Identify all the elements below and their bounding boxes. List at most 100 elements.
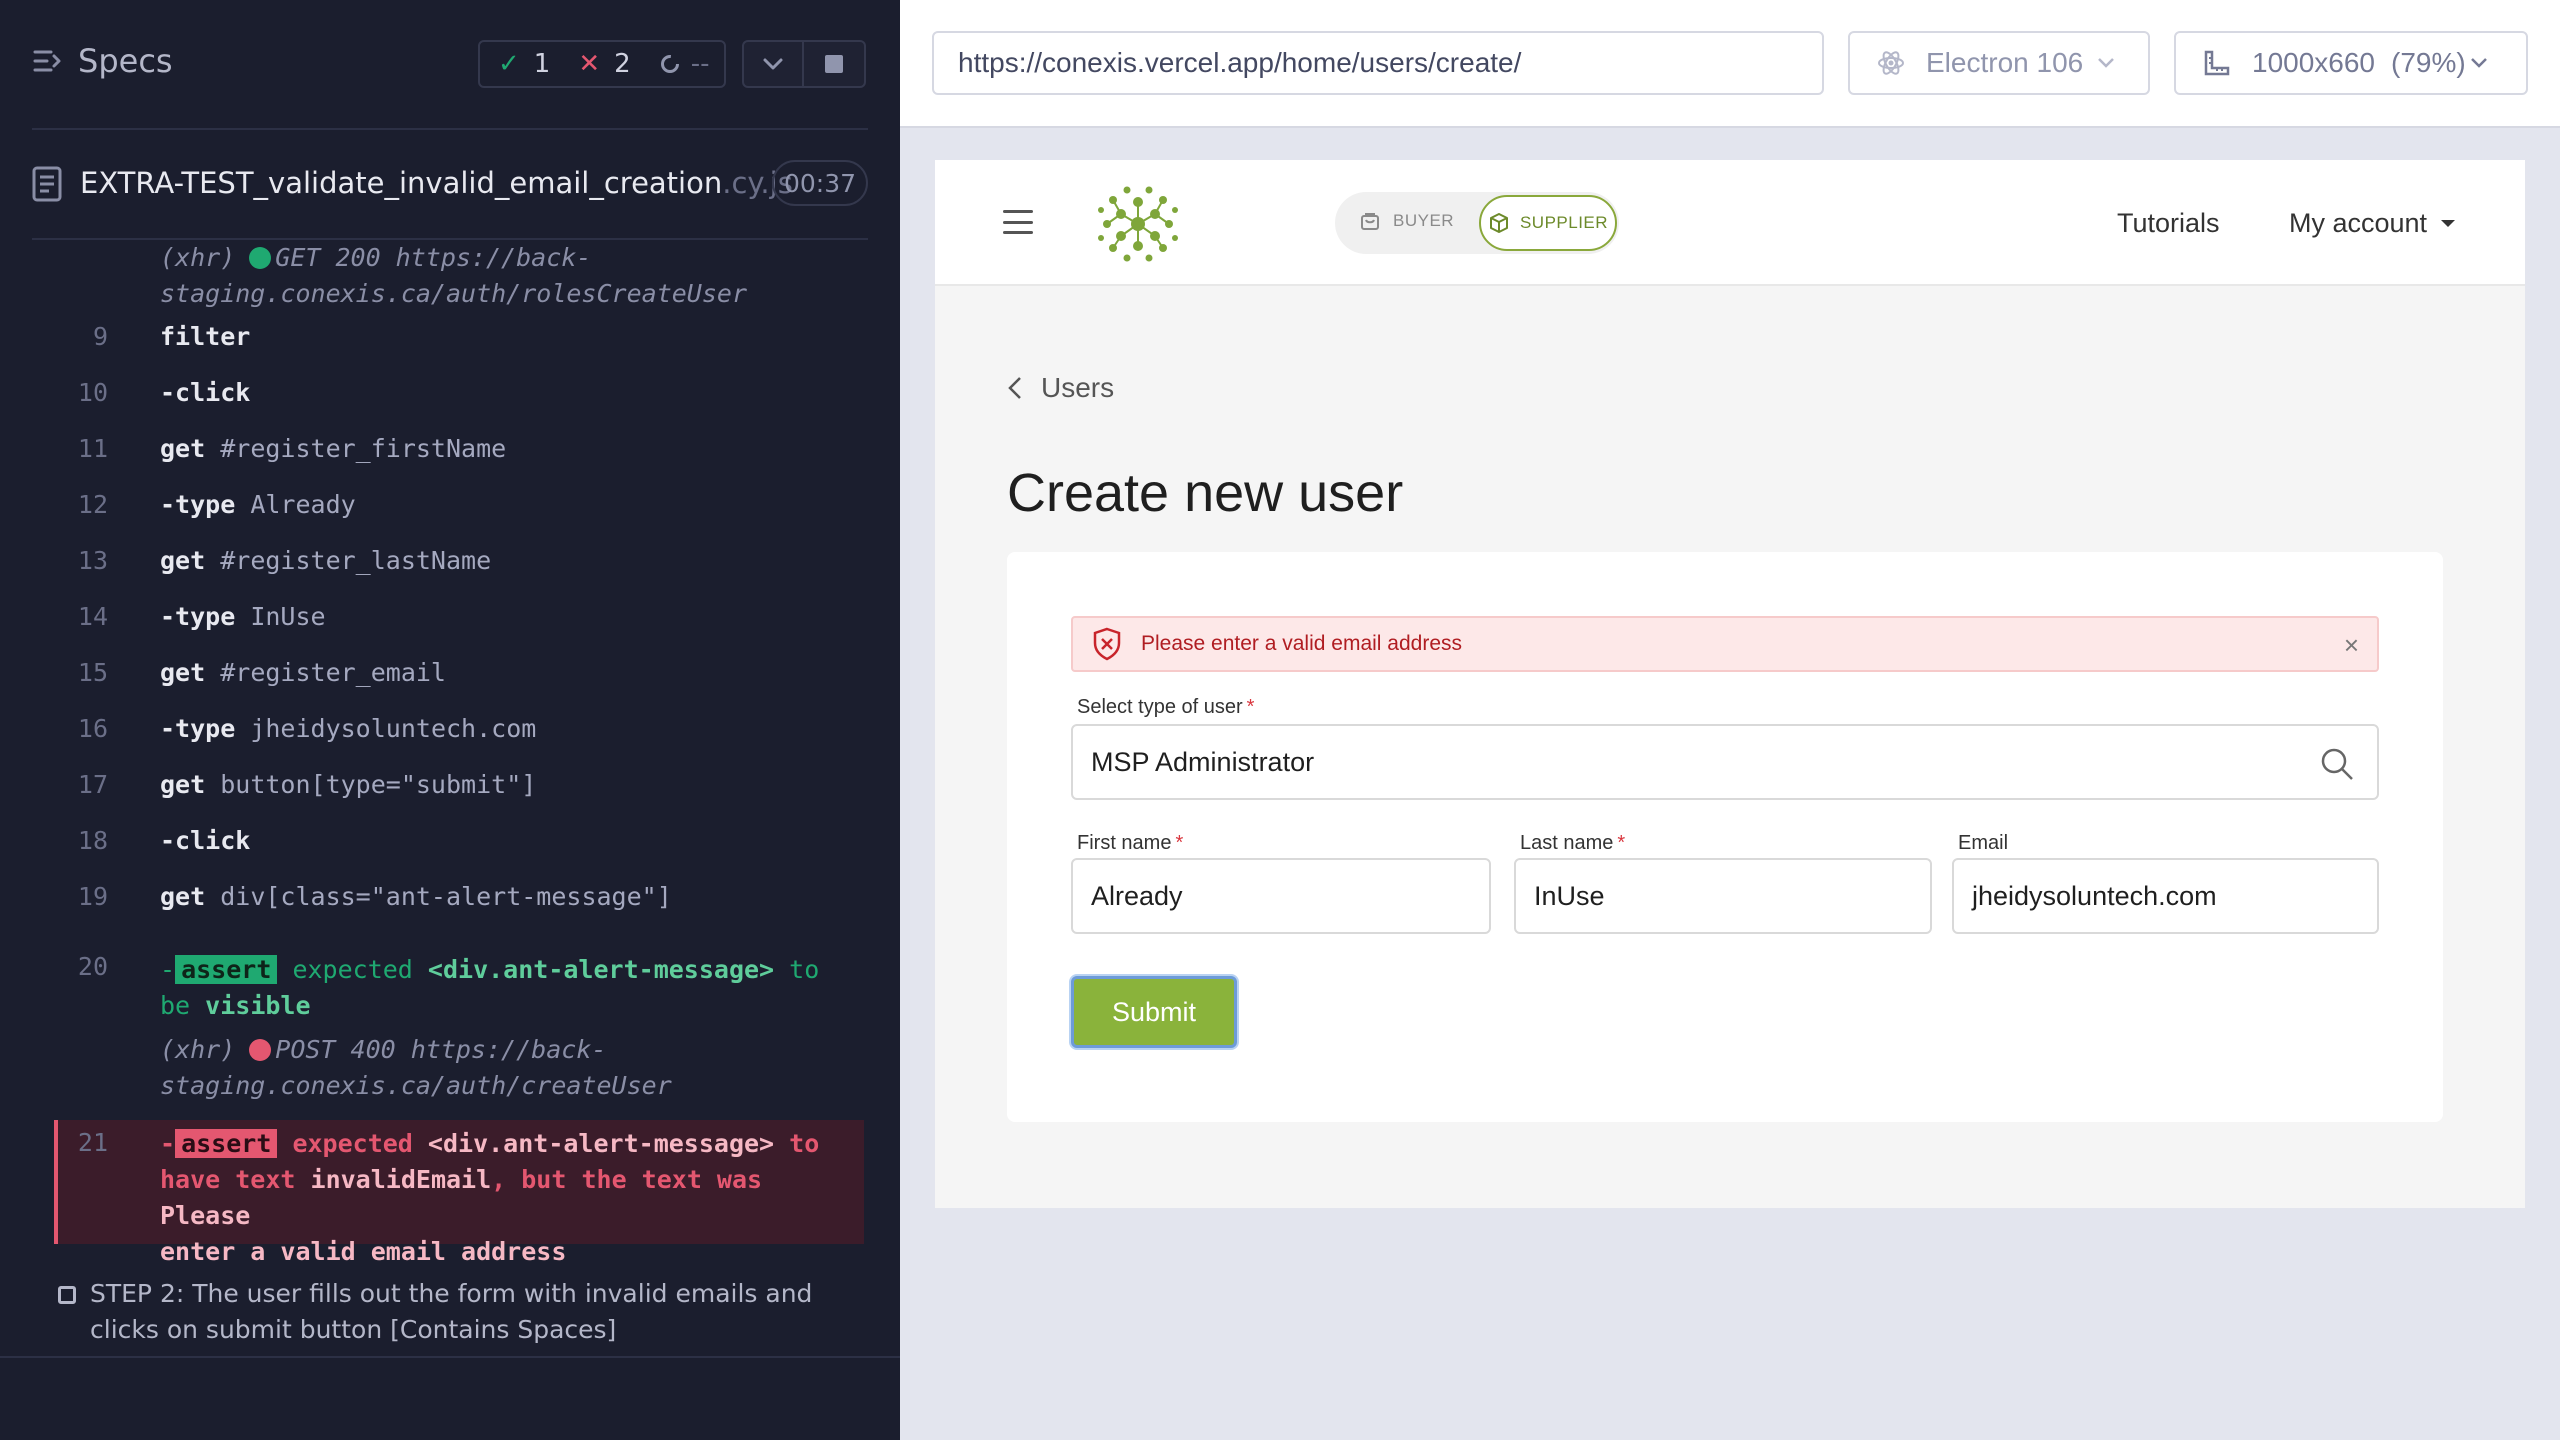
tutorials-link[interactable]: Tutorials bbox=[2117, 208, 2220, 239]
email-input[interactable]: jheidysoluntech.com bbox=[1952, 858, 2379, 934]
collapse-all-button[interactable] bbox=[742, 40, 804, 88]
browser-name: Electron 106 bbox=[1926, 47, 2084, 78]
account-menu[interactable]: My account bbox=[2289, 208, 2456, 239]
submit-button[interactable]: Submit bbox=[1071, 976, 1237, 1048]
step-2-test[interactable]: STEP 2: The user fills out the form with… bbox=[58, 1276, 858, 1348]
specs-toggle[interactable]: Specs bbox=[32, 42, 173, 80]
command-argument: #register_lastName bbox=[220, 546, 492, 575]
app-under-test: BUYER SUPPLIER Tutorials My account User… bbox=[935, 160, 2525, 1208]
command-name: get bbox=[160, 434, 206, 463]
command-argument: div[class="ant-alert-message"] bbox=[220, 882, 672, 911]
browser-selector[interactable]: Electron 106 bbox=[1848, 31, 2150, 95]
app-header: BUYER SUPPLIER Tutorials My account bbox=[935, 160, 2525, 286]
alert-message: Please enter a valid email address bbox=[1141, 632, 1463, 655]
role-toggle: BUYER SUPPLIER bbox=[1335, 192, 1619, 254]
status-dot-icon bbox=[249, 247, 272, 269]
command-argument: #register_firstName bbox=[220, 434, 507, 463]
command-argument: Already bbox=[250, 490, 356, 519]
page-title: Create new user bbox=[1007, 463, 1404, 523]
viewport-selector[interactable]: 1000x660 (79%) bbox=[2174, 31, 2528, 95]
search-icon bbox=[2321, 748, 2353, 780]
command-argument: jheidysoluntech.com bbox=[250, 714, 537, 743]
spec-file-header: EXTRA-TEST_validate_invalid_email_creati… bbox=[0, 150, 900, 220]
divider bbox=[0, 1356, 900, 1358]
command-argument: InUse bbox=[250, 602, 326, 631]
create-user-form: Please enter a valid email address × Sel… bbox=[1007, 552, 2443, 1122]
error-alert: Please enter a valid email address × bbox=[1071, 616, 2379, 672]
last-name-input[interactable]: InUse bbox=[1514, 858, 1932, 934]
line-number: 9 bbox=[92, 322, 108, 351]
bag-icon bbox=[1361, 213, 1379, 230]
caret-down-icon bbox=[2441, 220, 2456, 227]
first-name-label: First name * bbox=[1077, 832, 1184, 854]
check-icon: ✓ bbox=[498, 49, 520, 79]
line-number: 10 bbox=[77, 378, 108, 407]
line-number: 15 bbox=[77, 658, 108, 687]
divider bbox=[32, 128, 868, 130]
line-number: 19 bbox=[77, 882, 108, 911]
stop-button[interactable] bbox=[804, 40, 866, 88]
stop-icon bbox=[825, 55, 843, 73]
line-number: 13 bbox=[77, 546, 108, 575]
menu-icon[interactable] bbox=[1003, 210, 1033, 234]
line-number: 12 bbox=[77, 490, 108, 519]
line-number: 16 bbox=[77, 714, 108, 743]
test-stats: ✓ 1 ✕ 2 -- bbox=[478, 40, 726, 88]
command-name: -type bbox=[160, 602, 236, 631]
x-icon: ✕ bbox=[578, 49, 601, 79]
failed-count: 2 bbox=[614, 49, 631, 79]
app-preview-area: https://conexis.vercel.app/home/users/cr… bbox=[900, 0, 2560, 1440]
command-name: get bbox=[160, 770, 206, 799]
command-name: get bbox=[160, 546, 206, 575]
passed-count: 1 bbox=[533, 49, 551, 79]
line-number: 11 bbox=[77, 434, 108, 463]
command-name: -click bbox=[160, 826, 251, 855]
browser-toolbar: https://conexis.vercel.app/home/users/cr… bbox=[900, 0, 2560, 128]
command-argument: button[type="submit"] bbox=[220, 770, 537, 799]
user-type-select[interactable]: MSP Administrator bbox=[1071, 724, 2379, 800]
xhr-log-entry[interactable]: (xhr) POST 400 https://back- staging.cone… bbox=[160, 1032, 672, 1104]
buyer-toggle-button[interactable]: BUYER bbox=[1359, 210, 1454, 232]
chevron-down-icon bbox=[763, 58, 783, 70]
shield-error-icon bbox=[1093, 627, 1121, 661]
specs-list-icon bbox=[33, 50, 61, 72]
command-name: -type bbox=[160, 490, 236, 519]
xhr-log-entry[interactable]: (xhr) GET 200 https://back- staging.conex… bbox=[160, 240, 747, 312]
pending-count: -- bbox=[690, 49, 710, 79]
viewport-zoom: (79%) bbox=[2391, 47, 2466, 78]
specs-header: Specs ✓ 1 ✕ 2 -- bbox=[0, 0, 900, 130]
conexis-logo bbox=[1098, 186, 1178, 262]
email-label: Email bbox=[1958, 832, 2009, 854]
close-icon[interactable]: × bbox=[2344, 630, 2359, 661]
line-number: 17 bbox=[77, 770, 108, 799]
specs-label: Specs bbox=[78, 42, 173, 80]
chevron-left-icon bbox=[1008, 377, 1021, 399]
command-argument: #register_email bbox=[220, 658, 446, 687]
command-name: filter bbox=[160, 322, 251, 351]
command-name: get bbox=[160, 658, 206, 687]
status-dot-icon bbox=[249, 1039, 272, 1061]
spec-duration: 00:37 bbox=[772, 160, 868, 206]
electron-icon bbox=[1878, 51, 1904, 75]
back-to-users-link[interactable]: Users bbox=[1007, 372, 1114, 404]
command-name: -type bbox=[160, 714, 236, 743]
collapsed-test-icon bbox=[58, 1286, 76, 1304]
last-name-label: Last name * bbox=[1520, 832, 1626, 854]
command-name: get bbox=[160, 882, 206, 911]
chevron-down-icon bbox=[2097, 52, 2115, 75]
command-name: -click bbox=[160, 378, 251, 407]
first-name-input[interactable]: Already bbox=[1071, 858, 1491, 934]
line-number: 18 bbox=[77, 826, 108, 855]
supplier-toggle-button[interactable]: SUPPLIER bbox=[1479, 195, 1617, 251]
chevron-down-icon bbox=[2470, 52, 2488, 75]
line-number: 14 bbox=[77, 602, 108, 631]
command-log-panel: Specs ✓ 1 ✕ 2 -- EXTRA-TEST_validate_inv… bbox=[0, 0, 900, 1440]
url-bar[interactable]: https://conexis.vercel.app/home/users/cr… bbox=[932, 31, 1824, 95]
ruler-icon bbox=[2204, 50, 2230, 76]
file-icon bbox=[32, 166, 62, 202]
box-icon bbox=[1489, 213, 1508, 233]
pending-icon bbox=[659, 53, 681, 75]
command-log: (xhr) GET 200 https://back- staging.conex… bbox=[54, 240, 868, 1266]
assert-fail-entry[interactable]: 21 - assert expected <div.ant-alert-messa… bbox=[54, 1120, 864, 1266]
spec-file-name: EXTRA-TEST_validate_invalid_email_creati… bbox=[80, 166, 793, 200]
